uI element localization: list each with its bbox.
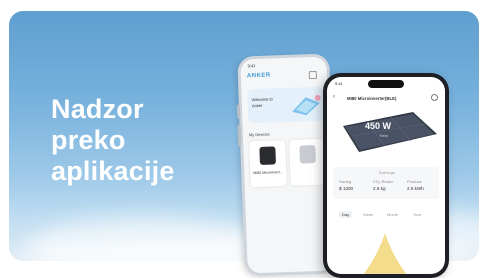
stat-value: 2.6 kg <box>373 186 386 191</box>
settings-gear-icon[interactable] <box>431 94 438 101</box>
power-sub-label: Yield <box>379 133 388 138</box>
welcome-line-1: Welcome to <box>251 96 273 103</box>
tab-month[interactable]: Month <box>387 212 398 217</box>
stat-label: Produce <box>407 179 422 184</box>
welcome-line-2: Anker <box>251 102 263 109</box>
back-chevron-icon[interactable]: ‹ <box>333 94 335 100</box>
inverter-device-icon <box>259 146 276 165</box>
back-phone: 9:41 ANKER Welcome to Anker My Devices M… <box>236 53 337 277</box>
tab-year[interactable]: Year <box>413 212 421 217</box>
promo-card: Nadzor preko aplikacije 9:41 ANKER Welco… <box>0 0 486 278</box>
banner-headline: Nadzor preko aplikacije <box>51 94 175 187</box>
stats-panel: Earnings Saving $ 1300 CO₂ Reduc 2.6 kg … <box>333 167 439 199</box>
production-curve-chart <box>333 233 439 274</box>
stat-produce: Produce 2.6 kWh <box>407 179 437 191</box>
power-value: 450 W <box>365 121 392 131</box>
stat-value: 2.6 kWh <box>407 186 424 191</box>
solar-panel-illustration-icon <box>343 112 437 152</box>
tab-day[interactable]: Day <box>339 211 353 218</box>
anker-logo: ANKER <box>246 72 271 80</box>
phone-side-button <box>236 104 241 119</box>
stat-co2: CO₂ Reduc 2.6 kg <box>373 179 403 191</box>
device-title: MI80 Microinverter(BLE) <box>347 96 397 101</box>
device-card-label: MI80 Microinvert... <box>253 170 283 176</box>
front-phone-screen: 9:41 ‹ MI80 Microinverter(BLE) 450 W Yie… <box>327 77 445 274</box>
device-card[interactable]: MI80 Microinvert... <box>249 140 287 188</box>
headline-line-1: Nadzor <box>51 94 144 124</box>
device-card[interactable] <box>289 138 327 186</box>
section-label: My Devices <box>248 131 270 138</box>
device-icon <box>299 144 316 164</box>
status-time: 9:41 <box>247 63 256 69</box>
front-phone: 9:41 ‹ MI80 Microinverter(BLE) 450 W Yie… <box>323 73 449 278</box>
stat-saving: Saving $ 1300 <box>339 179 369 191</box>
panel-label: Earnings <box>379 170 395 175</box>
tab-week[interactable]: Week <box>363 212 373 217</box>
headline-line-2: preko <box>51 125 126 155</box>
menu-icon <box>308 70 318 80</box>
period-tabs: Day Week Month Year <box>333 209 439 219</box>
solar-illustration-icon <box>292 94 321 116</box>
stat-label: CO₂ Reduc <box>373 179 394 184</box>
stat-label: Saving <box>339 179 352 184</box>
phone-side-button <box>237 124 242 147</box>
headline-line-3: aplikacije <box>51 156 175 186</box>
stat-value: $ 1300 <box>339 186 354 191</box>
status-time: 9:41 <box>335 81 343 86</box>
welcome-card: Welcome to Anker <box>247 86 325 124</box>
phone-notch <box>368 80 404 88</box>
back-phone-screen: 9:41 ANKER Welcome to Anker My Devices M… <box>240 56 334 274</box>
